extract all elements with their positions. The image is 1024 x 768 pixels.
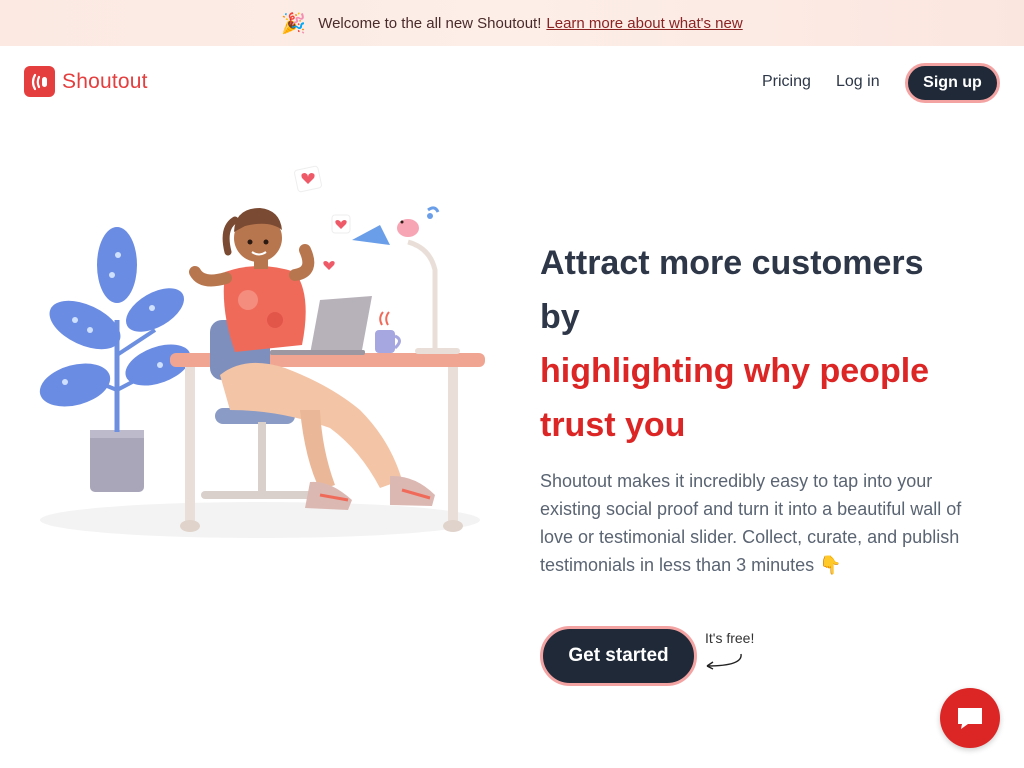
- logo[interactable]: Shoutout: [24, 66, 148, 97]
- chat-widget-button[interactable]: [940, 688, 1000, 748]
- party-popper-icon: 🎉: [281, 12, 307, 35]
- desk-lamp-illustration: [352, 206, 460, 354]
- announcement-banner: 🎉 Welcome to the all new Shoutout! Learn…: [0, 0, 1024, 46]
- banner-text: Welcome to the all new Shoutout!: [318, 14, 542, 32]
- curved-arrow-icon: [706, 653, 742, 670]
- signup-button[interactable]: Sign up: [905, 63, 1000, 103]
- hero-illustration: [30, 160, 500, 550]
- hero-description: Shoutout makes it incredibly easy to tap…: [540, 471, 962, 575]
- headline-line-2: by: [540, 298, 580, 336]
- shoutout-logo-icon: [24, 66, 55, 97]
- chat-bubble-icon: [958, 708, 982, 729]
- nav-pricing-link[interactable]: Pricing: [762, 73, 811, 91]
- headline-highlight-line-1: highlighting why people: [540, 352, 930, 390]
- mug-illustration: [375, 311, 401, 353]
- get-started-button[interactable]: Get started: [540, 626, 697, 686]
- logo-text: Shoutout: [62, 69, 148, 93]
- headline-highlight-line-2: trust you: [540, 406, 686, 444]
- hero-headline: Attract more customers by highlighting w…: [540, 236, 1000, 452]
- top-nav: Shoutout Pricing Log in Sign up: [0, 46, 1024, 118]
- headline-line-1: Attract more customers: [540, 244, 924, 282]
- nav-login-link[interactable]: Log in: [836, 73, 880, 91]
- its-free-note: It's free!: [705, 630, 755, 646]
- whats-new-link[interactable]: Learn more about what's new: [546, 15, 742, 32]
